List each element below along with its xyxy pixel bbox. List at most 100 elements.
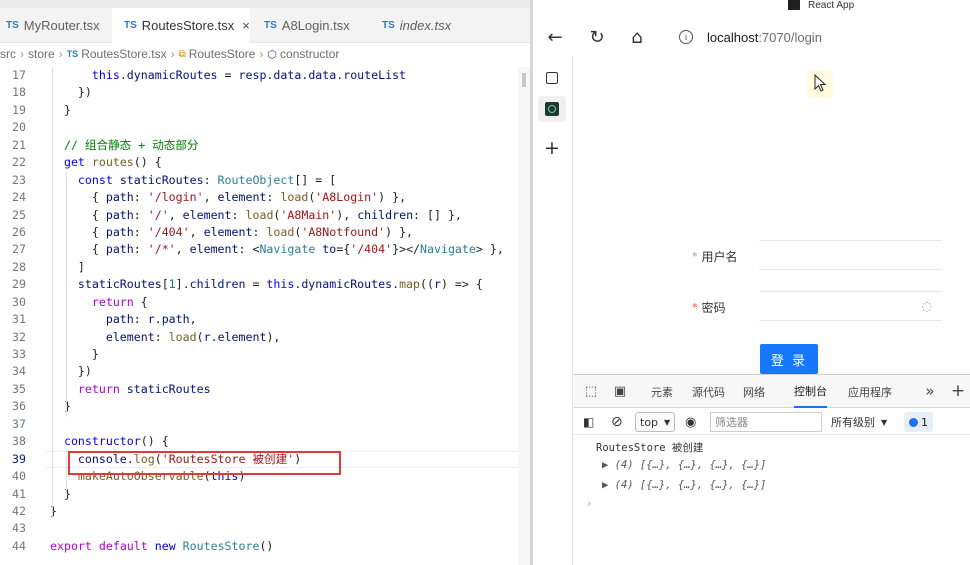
line-number: 25 (12, 207, 26, 222)
tab-a8login[interactable]: TS A8Login.tsx (250, 8, 368, 43)
home-icon[interactable]: ⌂ (624, 24, 650, 50)
back-arrow-icon[interactable]: ← (542, 24, 568, 50)
log-levels-select[interactable]: 所有级别 ▼ (831, 412, 887, 432)
new-tab-plus-icon[interactable]: + (538, 135, 566, 161)
tab-application[interactable]: 应用程序 (848, 375, 892, 408)
code-line[interactable]: 18 }) (0, 84, 530, 101)
tab-label: A8Login.tsx (281, 18, 350, 33)
tab-routesstore[interactable]: TS RoutesStore.tsx × (112, 8, 250, 43)
code-line[interactable]: 41 } (0, 486, 530, 503)
info-icon[interactable]: i (679, 30, 693, 44)
more-tabs-icon[interactable]: » (922, 382, 938, 400)
tab-console[interactable]: 控制台 (794, 375, 827, 408)
issues-badge[interactable]: 1 (904, 412, 933, 432)
code-line[interactable]: 31 path: r.path, (0, 311, 530, 328)
tab-sources[interactable]: 源代码 (692, 375, 725, 408)
code-line[interactable]: 33 } (0, 346, 530, 363)
line-number: 17 (12, 68, 26, 82)
code-line[interactable]: 25 { path: '/', element: load('A8Main'),… (0, 207, 530, 224)
eye-invisible-icon[interactable]: ◌ (922, 299, 932, 313)
tab-network[interactable]: 网络 (743, 375, 765, 408)
editor-scrollbar[interactable] (518, 67, 530, 565)
line-number: 29 (12, 277, 26, 292)
password-input[interactable]: ◌ (759, 291, 942, 321)
username-input[interactable] (759, 240, 942, 270)
console-array-entry[interactable]: ▶ (4) [{…}, {…}, {…}, {…}] (602, 479, 766, 491)
reload-icon[interactable]: ↻ (584, 24, 610, 50)
code-line[interactable]: 22 get routes() { (0, 154, 530, 171)
code-text: export default new RoutesStore() (50, 538, 274, 553)
inspect-element-icon[interactable]: ⬚ (583, 383, 599, 399)
code-text: const staticRoutes: RouteObject[] = [ (77, 172, 337, 187)
code-line[interactable]: 24 { path: '/login', element: load('A8Lo… (0, 189, 530, 206)
dropdown-arrow-icon: ▼ (881, 417, 888, 427)
code-line[interactable]: 21 // 组合静态 + 动态部分 (0, 137, 530, 154)
line-number: 32 (12, 329, 26, 344)
code-line[interactable]: 44 export default new RoutesStore() (0, 538, 530, 555)
close-icon[interactable]: × (242, 18, 250, 33)
chevron-right-icon: › (58, 47, 63, 61)
react-app-tab[interactable] (538, 96, 566, 122)
breadcrumb-file[interactable]: RoutesStore.tsx (81, 47, 166, 61)
code-area[interactable]: 17 this.dynamicRoutes = resp.data.data.r… (0, 67, 530, 555)
breadcrumb-src[interactable]: src (0, 47, 16, 61)
address-bar[interactable]: i localhost:7070/login (669, 23, 970, 51)
code-line[interactable]: 30 return { (0, 294, 530, 311)
window-title: React App (788, 0, 855, 11)
code-line[interactable]: 19 } (0, 102, 530, 119)
add-panel-icon[interactable]: + (950, 381, 966, 401)
code-line[interactable]: 27 { path: '/*', element: <Navigate to={… (0, 241, 530, 258)
tab-elements[interactable]: 元素 (651, 375, 673, 408)
breadcrumb: src › store › TS RoutesStore.tsx › ⧉ Rou… (0, 43, 530, 65)
code-line[interactable]: 29 staticRoutes[1].children = this.dynam… (0, 276, 530, 293)
code-line[interactable]: 43 (0, 520, 530, 537)
login-page: * 用户名 * 密码 ◌ 登 录 (574, 56, 970, 374)
console-prompt[interactable]: › (586, 497, 593, 510)
code-text: get routes() { (63, 155, 162, 170)
code-text: { path: '/404', element: load('A8Notfoun… (50, 224, 414, 239)
line-number: 20 (12, 120, 26, 135)
code-text: path: r.path, (105, 312, 197, 327)
browser-window: React App ← ↻ ⌂ i localhost:7070/login +… (533, 0, 970, 565)
tab-myrouter[interactable]: TS MyRouter.tsx (0, 8, 112, 43)
code-text: { path: '/login', element: load('A8Login… (50, 190, 407, 205)
device-emulation-icon[interactable]: ▣ (612, 383, 628, 399)
filter-input[interactable]: 筛选器 (710, 412, 822, 432)
login-button[interactable]: 登 录 (760, 344, 818, 374)
console-array-entry[interactable]: ▶ (4) [{…}, {…}, {…}, {…}] (602, 459, 766, 471)
code-line[interactable]: 37 (0, 416, 530, 433)
typescript-icon: TS (124, 20, 137, 31)
tab-index[interactable]: TS index.tsx (368, 8, 488, 43)
context-select[interactable]: top ▼ (635, 412, 676, 432)
code-line[interactable]: 32 element: load(r.element), (0, 329, 530, 346)
url-path: :7070/login (758, 29, 822, 45)
code-line[interactable]: 36 } (0, 398, 530, 415)
code-text: }) (50, 364, 92, 379)
code-line[interactable]: 28 ] (0, 259, 530, 276)
code-line[interactable]: 17 this.dynamicRoutes = resp.data.data.r… (0, 67, 530, 84)
code-text: }) (50, 85, 92, 100)
line-number: 41 (12, 486, 26, 501)
breadcrumb-member[interactable]: constructor (280, 47, 339, 61)
code-line[interactable]: 34 }) (0, 363, 530, 380)
chevron-right-icon: › (20, 47, 24, 61)
line-number: 42 (12, 503, 26, 518)
code-line[interactable]: 42} (0, 503, 530, 520)
typescript-icon: TS (6, 20, 19, 31)
code-line[interactable]: 20 (0, 119, 530, 136)
code-line[interactable]: 38 constructor() { (0, 433, 530, 450)
line-number: 27 (12, 242, 26, 257)
mouse-cursor-icon (814, 74, 826, 92)
breadcrumb-store[interactable]: store (28, 47, 55, 61)
code-line[interactable]: 35 return staticRoutes (0, 381, 530, 398)
window-title-text: React App (808, 0, 855, 11)
code-line[interactable]: 26 { path: '/404', element: load('A8Notf… (0, 224, 530, 241)
code-editor[interactable]: TS MyRouter.tsx TS RoutesStore.tsx × TS … (0, 0, 530, 565)
breadcrumb-class[interactable]: RoutesStore (189, 47, 256, 61)
clear-console-icon[interactable]: ⊘ (611, 412, 623, 432)
code-line[interactable]: 23 const staticRoutes: RouteObject[] = [ (0, 172, 530, 189)
scrollbar-thumb[interactable] (522, 73, 526, 87)
live-expression-eye-icon[interactable]: ◉ (685, 412, 696, 432)
tab-actions-button[interactable] (538, 65, 566, 91)
sidebar-toggle-icon[interactable]: ◧ (583, 412, 594, 432)
